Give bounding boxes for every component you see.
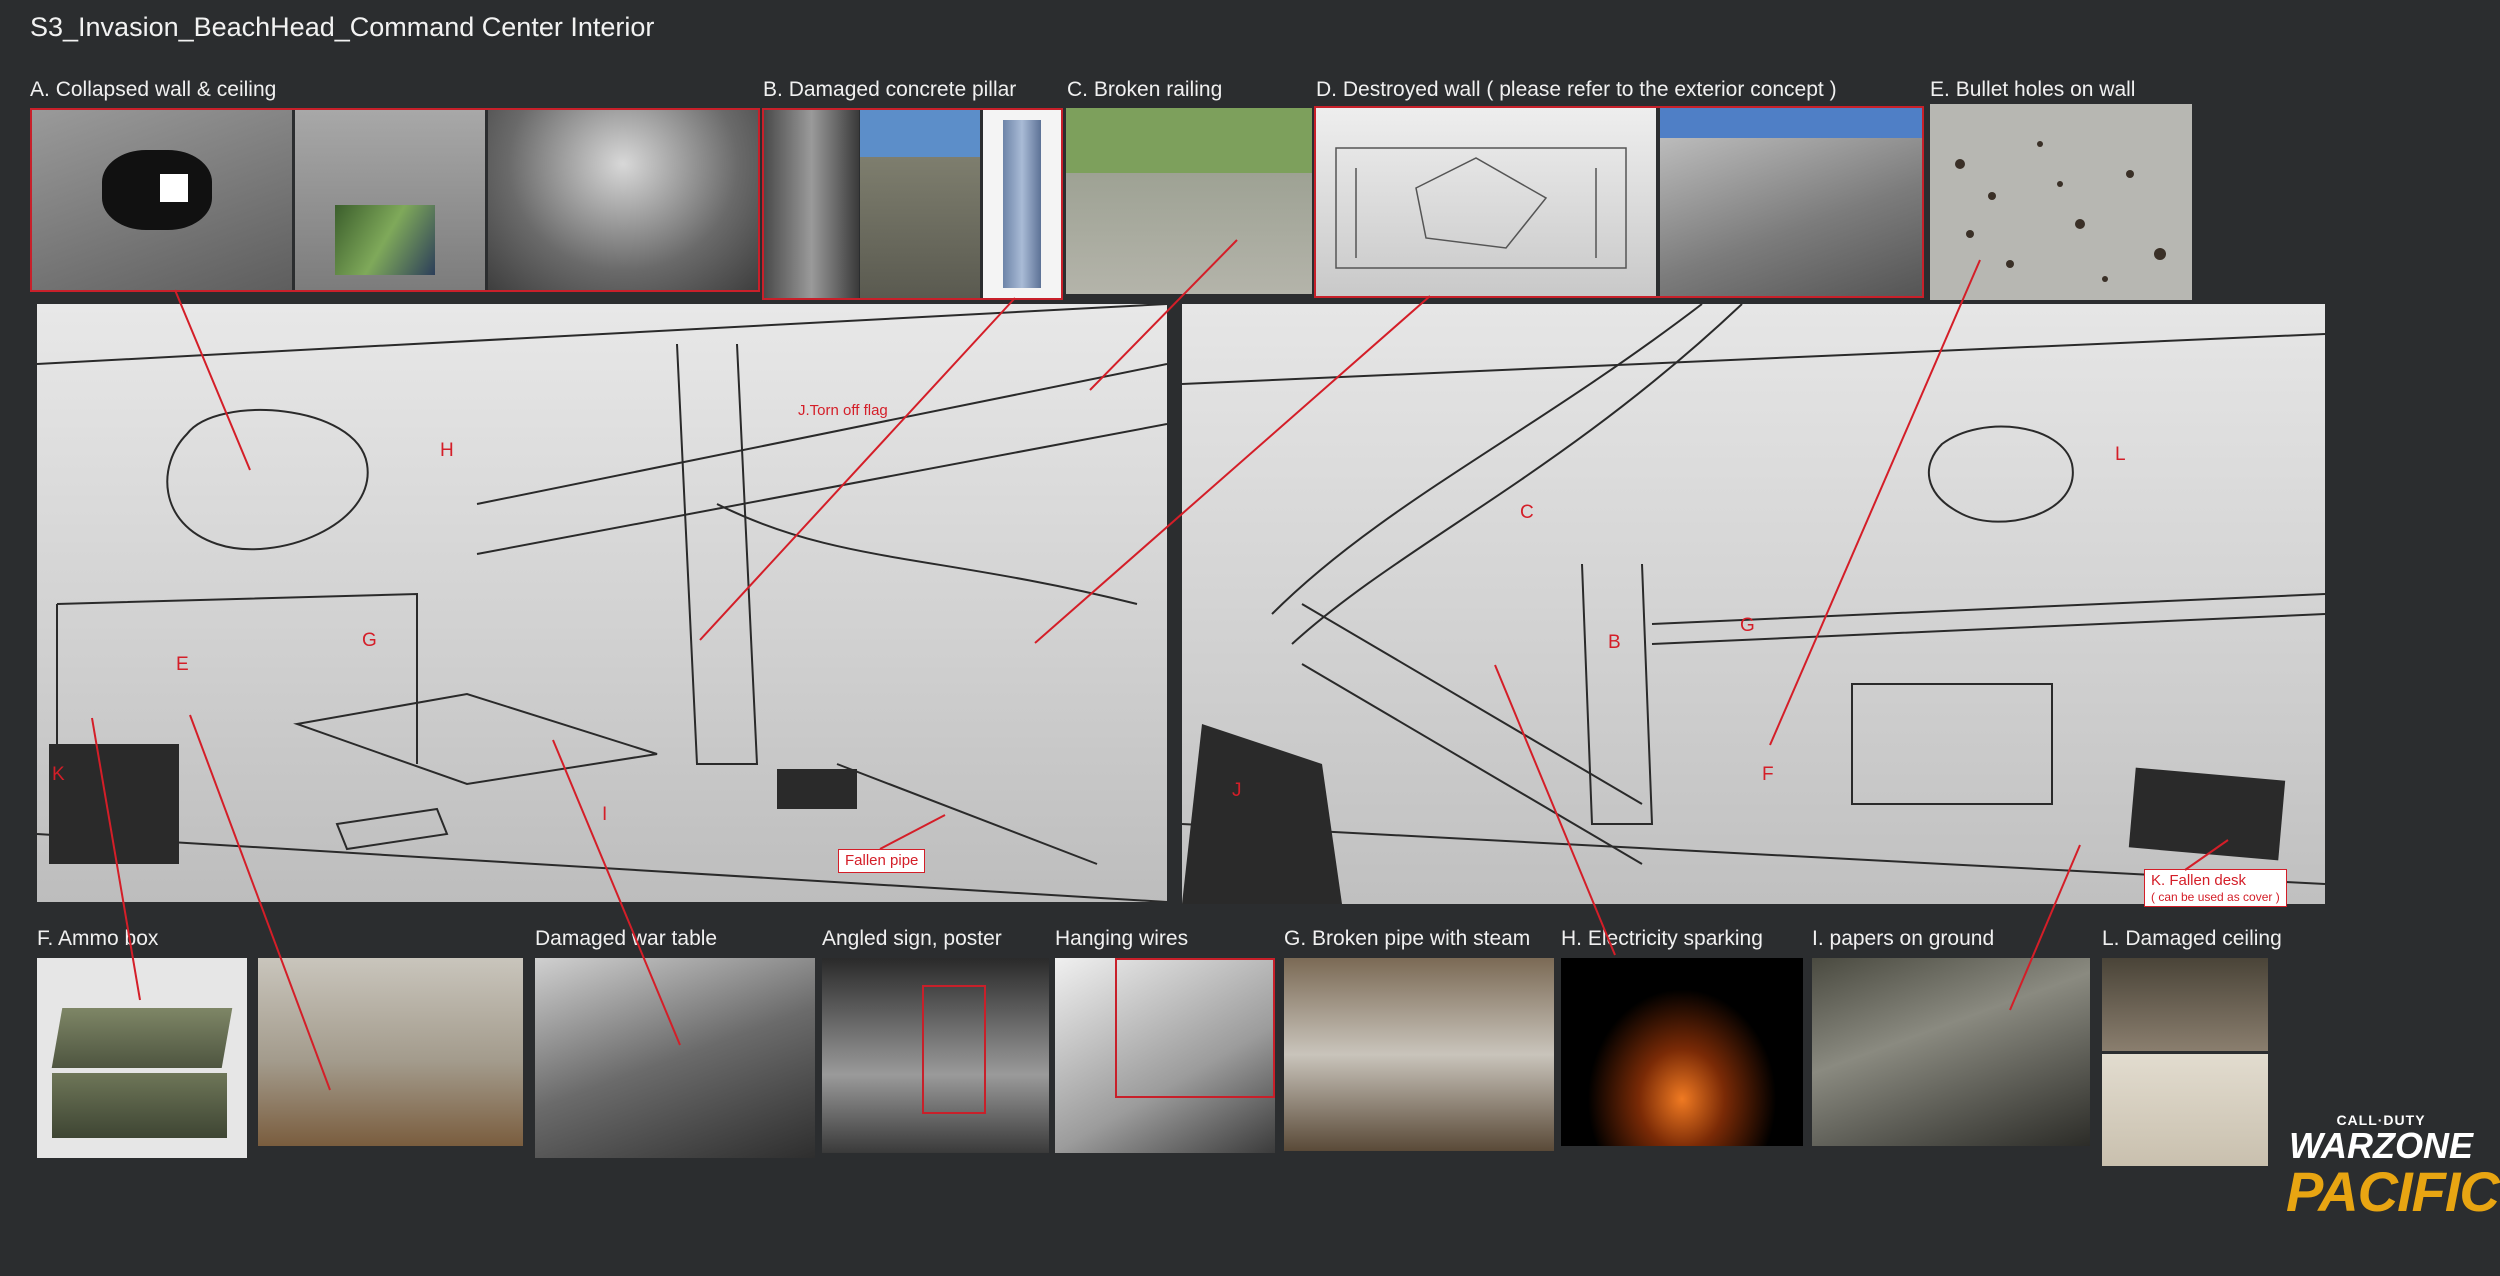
ref-image-broken-railing bbox=[1066, 108, 1312, 294]
label-damaged-war-table: Damaged war table bbox=[535, 927, 718, 950]
callout-e-bullet-holes: E bbox=[176, 654, 189, 675]
label-l-damaged-ceiling: L. Damaged ceiling bbox=[2102, 927, 2282, 950]
ref-image-ammo-box bbox=[37, 958, 247, 1158]
ref-group-b-frame bbox=[762, 108, 1063, 300]
ref-image-bullet-holes bbox=[1930, 104, 2192, 300]
label-b-concrete-pillar: B. Damaged concrete pillar bbox=[763, 78, 1017, 101]
label-d-destroyed-wall: D. Destroyed wall ( please refer to the … bbox=[1316, 78, 1837, 101]
ref-image-hanging-wires bbox=[1055, 958, 1275, 1153]
ref-image-papers-ground bbox=[1812, 958, 2090, 1146]
callout-g-pipe-steam: G bbox=[362, 630, 377, 651]
label-h-electricity: H. Electricity sparking bbox=[1561, 927, 1763, 950]
ref-image-damaged-ceiling-2 bbox=[2102, 1054, 2268, 1166]
callout-c-railing: C bbox=[1520, 502, 1534, 523]
label-angled-sign: Angled sign, poster bbox=[822, 927, 1002, 950]
ref-image-damaged-ceiling-1 bbox=[2102, 958, 2268, 1051]
page-title: S3_Invasion_BeachHead_Command Center Int… bbox=[30, 12, 655, 42]
callout-j-flag: J bbox=[1232, 780, 1242, 801]
callout-h-electricity: H bbox=[440, 440, 454, 461]
callout-k-desk: K bbox=[52, 764, 65, 785]
callout-f-ammo: F bbox=[1762, 764, 1774, 785]
callout-fallen-pipe: Fallen pipe bbox=[838, 849, 926, 873]
label-g-broken-pipe: G. Broken pipe with steam bbox=[1284, 927, 1531, 950]
label-a-collapsed-wall: A. Collapsed wall & ceiling bbox=[30, 78, 277, 101]
fallen-desk-note: ( can be used as cover ) bbox=[2151, 890, 2280, 904]
sketch-right-linework bbox=[1182, 304, 2325, 904]
callout-g-pipe: G bbox=[1740, 615, 1755, 636]
ref-group-a-frame bbox=[30, 108, 760, 292]
label-f-ammo-box: F. Ammo box bbox=[37, 927, 159, 950]
logo-line-3: PACIFIC bbox=[2286, 1160, 2500, 1223]
callout-k-fallen-desk: K. Fallen desk ( can be used as cover ) bbox=[2144, 869, 2287, 908]
ref-image-angled-sign bbox=[822, 958, 1049, 1153]
logo-line-2: WARZONE bbox=[2289, 1125, 2473, 1166]
ref-image-damaged-wall-rebar bbox=[258, 958, 523, 1146]
ref-image-pipe-steam bbox=[1284, 958, 1554, 1151]
call-of-duty-warzone-pacific-logo: CALL·DUTY WARZONE PACIFIC bbox=[2286, 1112, 2500, 1223]
label-e-bullet-holes: E. Bullet holes on wall bbox=[1930, 78, 2136, 101]
label-c-broken-railing: C. Broken railing bbox=[1067, 78, 1223, 101]
callout-torn-flag: J.Torn off flag bbox=[798, 402, 888, 419]
label-i-papers: I. papers on ground bbox=[1812, 927, 1995, 950]
ref-image-war-table-photo bbox=[535, 958, 815, 1158]
fallen-desk-title: K. Fallen desk bbox=[2151, 872, 2247, 889]
label-hanging-wires: Hanging wires bbox=[1055, 927, 1189, 950]
ref-group-d-frame bbox=[1314, 106, 1924, 298]
bullet-hole-dots bbox=[1955, 141, 2166, 282]
callout-l-ceiling: L bbox=[2115, 444, 2126, 465]
ref-image-electric-sparks bbox=[1561, 958, 1803, 1146]
callout-b-pillar: B bbox=[1608, 632, 1621, 653]
callout-i-papers: I bbox=[602, 804, 608, 825]
sketch-right-interior bbox=[1182, 304, 2325, 904]
